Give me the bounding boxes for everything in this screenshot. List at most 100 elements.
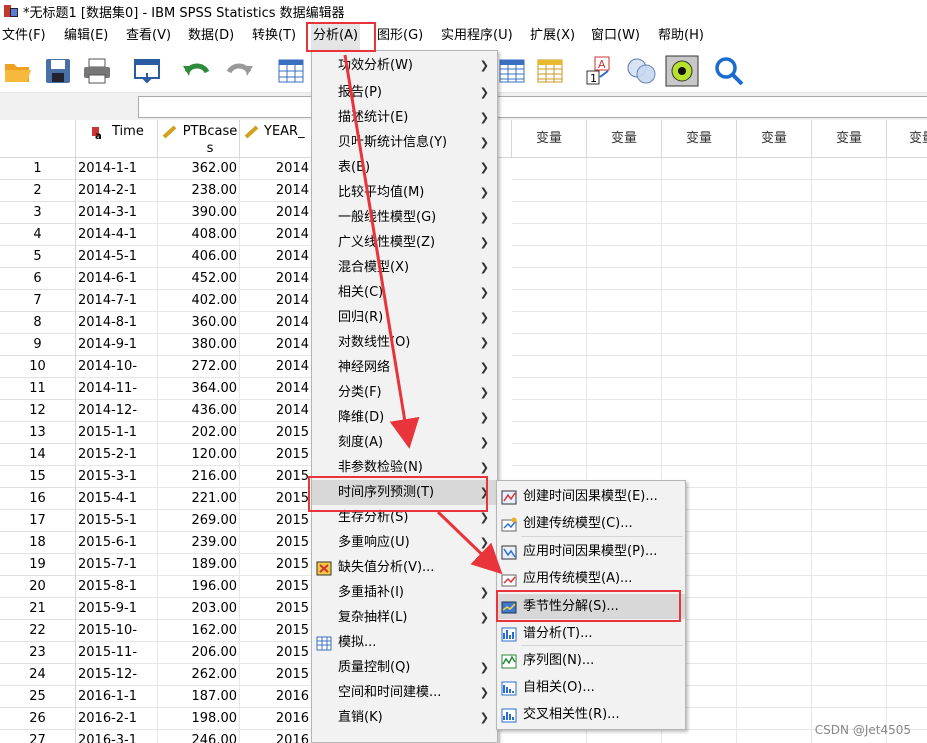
menu-window[interactable]: 窗口(W)	[589, 22, 642, 50]
cell-year[interactable]: 2015	[240, 620, 312, 642]
analyze-menu-item[interactable]: 相关(C) ❯	[312, 280, 497, 305]
empty-cell[interactable]	[737, 576, 812, 598]
empty-cell[interactable]	[737, 686, 812, 708]
row-number[interactable]: 11	[0, 378, 76, 400]
empty-cell[interactable]	[587, 444, 662, 466]
cell-year[interactable]: 2014	[240, 158, 312, 180]
empty-cell[interactable]	[512, 356, 587, 378]
empty-cell[interactable]	[887, 488, 927, 510]
cell-year[interactable]: 2015	[240, 510, 312, 532]
empty-cell[interactable]	[887, 422, 927, 444]
empty-cell[interactable]	[512, 444, 587, 466]
empty-cell[interactable]	[737, 664, 812, 686]
show-all-variables-icon[interactable]	[664, 54, 700, 88]
cell-ptbcases[interactable]: 198.00	[158, 708, 240, 730]
empty-cell[interactable]	[812, 598, 887, 620]
empty-cell[interactable]	[737, 730, 812, 743]
row-number[interactable]: 22	[0, 620, 76, 642]
empty-cell[interactable]	[512, 158, 587, 180]
empty-cell[interactable]	[737, 488, 812, 510]
analyze-menu-item[interactable]: 降维(D) ❯	[312, 405, 497, 430]
cell-ptbcases[interactable]: 436.00	[158, 400, 240, 422]
analyze-menu-item[interactable]: 复杂抽样(L) ❯	[312, 605, 497, 630]
empty-cell[interactable]	[662, 312, 737, 334]
empty-cell[interactable]	[737, 158, 812, 180]
empty-cell[interactable]	[737, 708, 812, 730]
cell-time[interactable]: 2014-2-1	[76, 180, 158, 202]
cell-year[interactable]: 2014	[240, 246, 312, 268]
empty-cell[interactable]	[512, 268, 587, 290]
analyze-menu-item[interactable]: 比较平均值(M) ❯	[312, 180, 497, 205]
analyze-menu-item[interactable]: 描述统计(E) ❯	[312, 105, 497, 130]
empty-cell[interactable]	[887, 312, 927, 334]
cell-ptbcases[interactable]: 216.00	[158, 466, 240, 488]
menu-edit[interactable]: 编辑(E)	[62, 22, 110, 50]
cell-time[interactable]: 2014-1-1	[76, 158, 158, 180]
empty-cell[interactable]	[737, 400, 812, 422]
cell-year[interactable]: 2015	[240, 466, 312, 488]
cell-year[interactable]: 2014	[240, 290, 312, 312]
redo-icon[interactable]	[222, 54, 256, 88]
empty-cell[interactable]	[512, 202, 587, 224]
column-header-ptbcases[interactable]: PTBcases	[158, 120, 240, 158]
cell-year[interactable]: 2014	[240, 180, 312, 202]
split-file-icon[interactable]	[496, 54, 528, 88]
cell-year[interactable]: 2015	[240, 444, 312, 466]
analyze-menu-item[interactable]: 直销(K) ❯	[312, 705, 497, 730]
empty-cell[interactable]	[737, 466, 812, 488]
empty-cell[interactable]	[587, 224, 662, 246]
analyze-menu-item[interactable]: 表(B) ❯	[312, 155, 497, 180]
empty-cell[interactable]	[512, 290, 587, 312]
column-header-var[interactable]: 变量	[512, 120, 587, 158]
empty-cell[interactable]	[887, 158, 927, 180]
cell-ptbcases[interactable]: 206.00	[158, 642, 240, 664]
empty-cell[interactable]	[812, 554, 887, 576]
empty-cell[interactable]	[887, 598, 927, 620]
cell-time[interactable]: 2014-7-1	[76, 290, 158, 312]
menu-transform[interactable]: 转换(T)	[250, 22, 298, 50]
menu-extensions[interactable]: 扩展(X)	[528, 22, 577, 50]
empty-cell[interactable]	[512, 378, 587, 400]
cell-year[interactable]: 2014	[240, 224, 312, 246]
timeseries-menu-item[interactable]: 应用传统模型(A)...	[497, 566, 685, 591]
row-number[interactable]: 24	[0, 664, 76, 686]
empty-cell[interactable]	[662, 400, 737, 422]
cell-time[interactable]: 2015-12-	[76, 664, 158, 686]
column-header-var[interactable]: 变量	[812, 120, 887, 158]
empty-cell[interactable]	[512, 334, 587, 356]
analyze-menu-item[interactable]: 缺失值分析(V)...	[312, 555, 497, 580]
row-number[interactable]: 21	[0, 598, 76, 620]
analyze-menu-item[interactable]: 模拟...	[312, 630, 497, 655]
empty-cell[interactable]	[887, 334, 927, 356]
analyze-menu-item[interactable]: 一般线性模型(G) ❯	[312, 205, 497, 230]
timeseries-menu-item[interactable]: 应用时间因果模型(P)...	[497, 539, 685, 564]
cell-ptbcases[interactable]: 360.00	[158, 312, 240, 334]
empty-cell[interactable]	[512, 224, 587, 246]
analyze-menu-item[interactable]: 贝叶斯统计信息(Y) ❯	[312, 130, 497, 155]
empty-cell[interactable]	[587, 730, 662, 743]
empty-cell[interactable]	[737, 290, 812, 312]
empty-cell[interactable]	[587, 422, 662, 444]
empty-cell[interactable]	[587, 356, 662, 378]
row-number[interactable]: 14	[0, 444, 76, 466]
cell-year[interactable]: 2015	[240, 488, 312, 510]
empty-cell[interactable]	[812, 180, 887, 202]
empty-cell[interactable]	[887, 510, 927, 532]
analyze-menu-item[interactable]: 功效分析(W) ❯	[312, 53, 497, 78]
cell-ptbcases[interactable]: 262.00	[158, 664, 240, 686]
empty-cell[interactable]	[812, 312, 887, 334]
empty-cell[interactable]	[587, 312, 662, 334]
empty-cell[interactable]	[512, 180, 587, 202]
empty-cell[interactable]	[737, 554, 812, 576]
empty-cell[interactable]	[662, 422, 737, 444]
column-header-time[interactable]: a Time	[76, 120, 158, 158]
cell-time[interactable]: 2014-10-	[76, 356, 158, 378]
analyze-menu-item[interactable]: 多重插补(I) ❯	[312, 580, 497, 605]
empty-cell[interactable]	[587, 268, 662, 290]
open-folder-icon[interactable]	[2, 54, 34, 88]
empty-cell[interactable]	[512, 400, 587, 422]
analyze-menu-item[interactable]: 混合模型(X) ❯	[312, 255, 497, 280]
empty-cell[interactable]	[737, 510, 812, 532]
row-number[interactable]: 23	[0, 642, 76, 664]
menu-help[interactable]: 帮助(H)	[656, 22, 706, 50]
